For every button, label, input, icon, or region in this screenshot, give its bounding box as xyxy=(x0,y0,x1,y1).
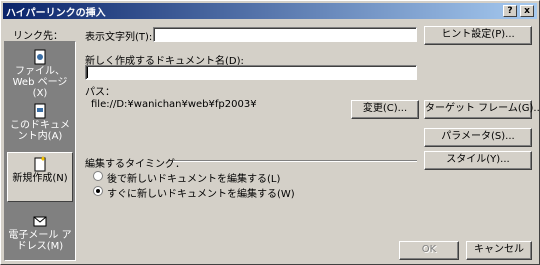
text-caret xyxy=(87,67,88,78)
edit-later-label[interactable]: 後で新しいドキュメントを編集する(L) xyxy=(107,170,280,185)
link-item-email-address[interactable]: 電子メール アドレス(M) xyxy=(7,210,73,260)
path-label: パス： xyxy=(85,87,115,98)
change-button[interactable]: 変更(C)... xyxy=(351,100,419,119)
display-text-label: 表示文字列(T): xyxy=(85,32,153,43)
hint-settings-button[interactable]: ヒント設定(P)... xyxy=(424,26,532,45)
title-bar: ハイパーリンクの挿入 ? x xyxy=(3,3,537,19)
link-item-this-document[interactable]: このドキュメント内(A) xyxy=(7,100,73,150)
email-icon xyxy=(33,216,47,227)
link-item-label: このドキュメント内(A) xyxy=(10,120,70,142)
edit-timing-label: 編集するタイミング： xyxy=(85,159,185,170)
insert-hyperlink-dialog: ハイパーリンクの挿入 ? x リンク先： ファイル、Web ページ(X) このド… xyxy=(0,0,540,265)
path-value: file://D:¥wanichan¥web¥fp2003¥ xyxy=(91,99,257,110)
new-document-name-input[interactable] xyxy=(85,65,417,80)
new-document-icon xyxy=(34,156,46,172)
link-to-bar: ファイル、Web ページ(X) このドキュメント内(A) 新規作成(N) 電子メ… xyxy=(4,41,76,261)
display-text-input[interactable] xyxy=(153,27,417,42)
link-item-label: ファイル、Web ページ(X) xyxy=(12,66,68,99)
edit-now-label[interactable]: すぐに新しいドキュメントを編集する(W) xyxy=(107,185,295,200)
close-button[interactable]: x xyxy=(520,5,534,17)
link-item-label: 新規作成(N) xyxy=(12,173,68,184)
link-item-new-document[interactable]: 新規作成(N) xyxy=(7,152,73,202)
group-divider xyxy=(173,160,417,162)
document-icon xyxy=(34,103,46,119)
window-title: ハイパーリンクの挿入 xyxy=(6,8,106,19)
help-button[interactable]: ? xyxy=(503,5,517,17)
edit-now-radio[interactable] xyxy=(93,186,103,196)
target-frame-button[interactable]: ターゲット フレーム(G)... xyxy=(424,100,540,119)
link-to-label: リンク先： xyxy=(13,31,63,42)
link-item-file-web-page[interactable]: ファイル、Web ページ(X) xyxy=(7,46,73,99)
web-page-icon xyxy=(34,49,46,65)
cancel-button[interactable]: キャンセル xyxy=(466,241,532,260)
ok-button[interactable]: OK xyxy=(399,241,459,260)
link-item-label: 電子メール アドレス(M) xyxy=(8,230,72,252)
edit-later-radio[interactable] xyxy=(93,171,103,181)
parameters-button[interactable]: パラメータ(S)... xyxy=(424,128,532,147)
style-button[interactable]: スタイル(Y)... xyxy=(424,151,532,170)
